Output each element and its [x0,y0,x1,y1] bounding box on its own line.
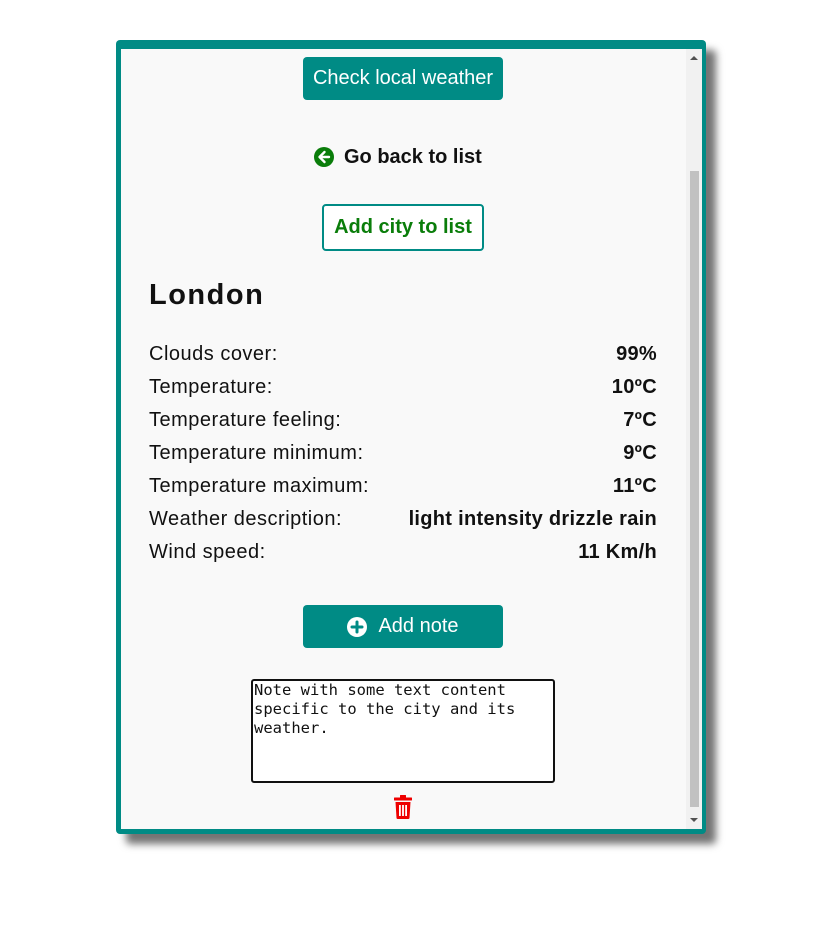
note-textarea[interactable]: Note with some text content specific to … [251,679,555,783]
detail-label: Wind speed: [149,540,266,563]
go-back-label: Go back to list [344,145,482,168]
city-name: London [149,279,265,311]
add-note-label: Add note [378,615,459,637]
detail-label: Temperature minimum: [149,441,364,464]
detail-value: 11ºC [612,474,657,497]
detail-row-wind: Wind speed: 11 Km/h [149,539,657,565]
detail-value: 9ºC [623,441,657,464]
detail-label: Temperature maximum: [149,474,370,497]
detail-label: Temperature feeling: [149,408,342,431]
detail-row-minimum: Temperature minimum: 9ºC [149,440,657,466]
go-back-link[interactable]: Go back to list [314,145,482,169]
detail-label: Temperature: [149,375,273,398]
arrow-left-circle-icon [314,147,334,167]
detail-label: Weather description: [149,507,343,530]
detail-value: 99% [616,342,657,365]
plus-circle-icon [347,616,368,637]
detail-value: light intensity drizzle rain [408,507,657,530]
detail-label: Clouds cover: [149,342,278,365]
scroll-content: Check local weather Go back to list Add … [121,49,686,829]
check-local-weather-button[interactable]: Check local weather [303,57,503,100]
detail-value: 7ºC [623,408,657,431]
scroll-up-arrow-icon[interactable] [686,51,702,65]
scroll-down-arrow-icon[interactable] [686,813,702,827]
add-city-button[interactable]: Add city to list [322,204,484,251]
trash-icon[interactable] [393,795,413,819]
detail-row-feeling: Temperature feeling: 7ºC [149,407,657,433]
weather-panel: Check local weather Go back to list Add … [121,49,702,829]
detail-row-temperature: Temperature: 10ºC [149,374,657,400]
vertical-scrollbar[interactable] [686,49,702,829]
add-note-button[interactable]: Add note [303,605,503,648]
detail-value: 11 Km/h [578,540,657,563]
app-window: Check local weather Go back to list Add … [116,40,706,834]
detail-value: 10ºC [611,375,657,398]
detail-row-description: Weather description: light intensity dri… [149,506,657,532]
detail-row-clouds: Clouds cover: 99% [149,341,657,367]
scrollbar-thumb[interactable] [690,171,699,807]
detail-row-maximum: Temperature maximum: 11ºC [149,473,657,499]
